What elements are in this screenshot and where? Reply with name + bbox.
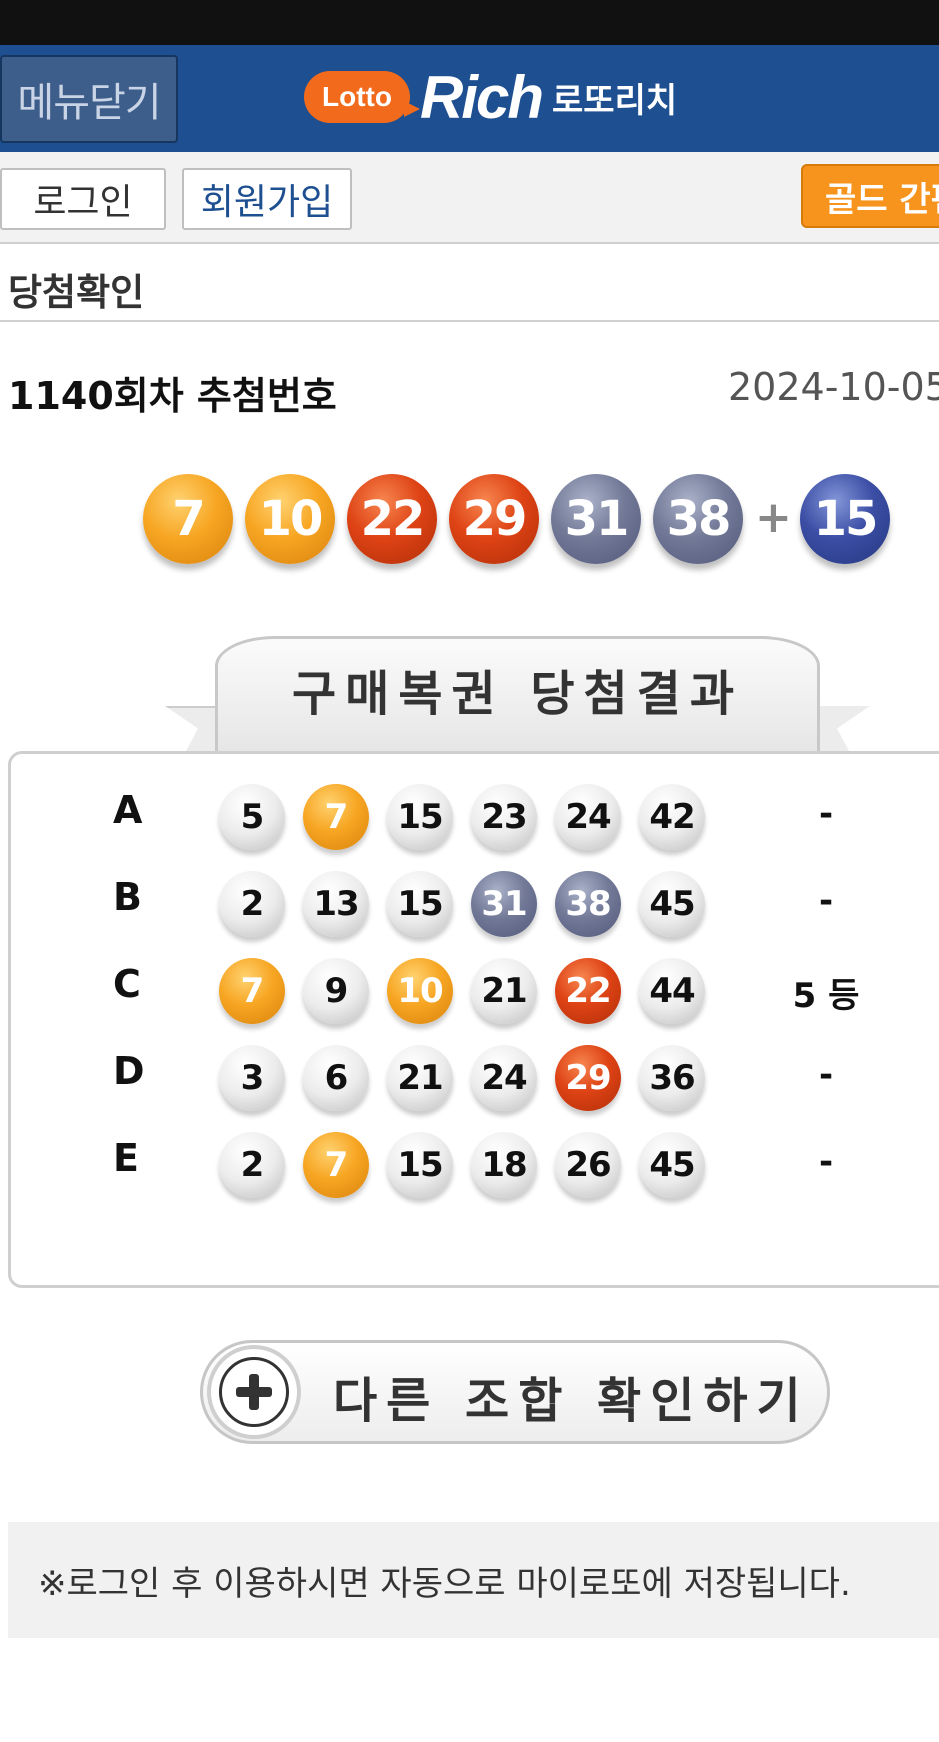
plus-icon (207, 1345, 301, 1439)
number-ball: 5 (219, 784, 285, 850)
winning-ball: 38 (653, 474, 743, 564)
number-ball: 2 (219, 871, 285, 937)
result-row-a: A 5 7 15 23 24 42 - (11, 784, 939, 854)
logo-lotto-badge: Lotto (304, 71, 420, 123)
number-ball-matched: 29 (555, 1045, 621, 1111)
winning-ball: 31 (551, 474, 641, 564)
draw-title: 1140회차 추첨번호 (8, 374, 337, 418)
number-ball: 44 (639, 958, 705, 1024)
gold-simple-button[interactable]: 골드 간편 (801, 164, 939, 228)
winning-numbers: 7 10 22 29 31 38 + 15 (143, 474, 903, 566)
winning-ball: 10 (245, 474, 335, 564)
number-ball: 18 (471, 1132, 537, 1198)
result-row-e: E 2 7 15 18 26 45 - (11, 1132, 939, 1202)
draw-date: 2024-10-05 (728, 365, 939, 409)
number-ball: 15 (387, 784, 453, 850)
section-title: 당첨확인 (8, 271, 145, 314)
number-ball-matched: 38 (555, 871, 621, 937)
row-label: D (113, 1049, 145, 1093)
row-rank: 5 등 (792, 976, 860, 1016)
number-ball-matched: 31 (471, 871, 537, 937)
bonus-ball: 15 (800, 474, 890, 564)
account-bar: 로그인 회원가입 골드 간편 (0, 152, 939, 244)
site-logo[interactable]: Lotto Rich 로또리치 (304, 64, 678, 131)
row-rank: - (818, 881, 834, 921)
number-ball: 15 (387, 871, 453, 937)
row-rank: - (818, 1142, 834, 1182)
number-ball-matched: 7 (303, 1132, 369, 1198)
divider (0, 320, 939, 322)
number-ball: 15 (387, 1132, 453, 1198)
winning-ball: 7 (143, 474, 233, 564)
number-ball-matched: 10 (387, 958, 453, 1024)
status-bar (0, 0, 939, 45)
bonus-plus-sign: + (755, 492, 792, 543)
row-label: B (113, 875, 142, 919)
winning-ball: 29 (449, 474, 539, 564)
app-header: 메뉴닫기 Lotto Rich 로또리치 (0, 45, 939, 152)
number-ball: 45 (639, 871, 705, 937)
number-ball: 36 (639, 1045, 705, 1111)
result-row-c: C 7 9 10 21 22 44 5 등 (11, 958, 939, 1028)
number-ball: 21 (471, 958, 537, 1024)
login-notice: ※로그인 후 이용하시면 자동으로 마이로또에 저장됩니다. (8, 1522, 939, 1638)
row-label: E (113, 1136, 139, 1180)
number-ball: 24 (555, 784, 621, 850)
number-ball: 42 (639, 784, 705, 850)
check-other-combination-label: 다른 조합 확인하기 (333, 1373, 810, 1429)
number-ball: 23 (471, 784, 537, 850)
logo-rich-text: Rich (420, 63, 544, 131)
results-ribbon: 구매복권 당첨결과 (165, 636, 870, 751)
winning-ball: 22 (347, 474, 437, 564)
row-label: C (113, 962, 141, 1006)
number-ball: 2 (219, 1132, 285, 1198)
logo-korean-text: 로또리치 (552, 80, 678, 121)
number-ball: 24 (471, 1045, 537, 1111)
ribbon-title: 구매복권 당첨결과 (215, 636, 820, 751)
number-ball: 21 (387, 1045, 453, 1111)
row-rank: - (818, 794, 834, 834)
number-ball: 6 (303, 1045, 369, 1111)
check-other-combination-button[interactable]: 다른 조합 확인하기 (200, 1340, 830, 1444)
number-ball: 45 (639, 1132, 705, 1198)
number-ball: 3 (219, 1045, 285, 1111)
result-row-b: B 2 13 15 31 38 45 - (11, 871, 939, 941)
number-ball: 13 (303, 871, 369, 937)
number-ball-matched: 22 (555, 958, 621, 1024)
number-ball-matched: 7 (219, 958, 285, 1024)
results-box: A 5 7 15 23 24 42 - B 2 13 15 31 38 45 -… (8, 751, 939, 1288)
menu-close-button[interactable]: 메뉴닫기 (0, 55, 178, 143)
number-ball: 26 (555, 1132, 621, 1198)
number-ball: 9 (303, 958, 369, 1024)
number-ball-matched: 7 (303, 784, 369, 850)
login-button[interactable]: 로그인 (0, 168, 166, 230)
join-button[interactable]: 회원가입 (182, 168, 352, 230)
row-label: A (113, 788, 143, 832)
row-rank: - (818, 1055, 834, 1095)
result-row-d: D 3 6 21 24 29 36 - (11, 1045, 939, 1115)
